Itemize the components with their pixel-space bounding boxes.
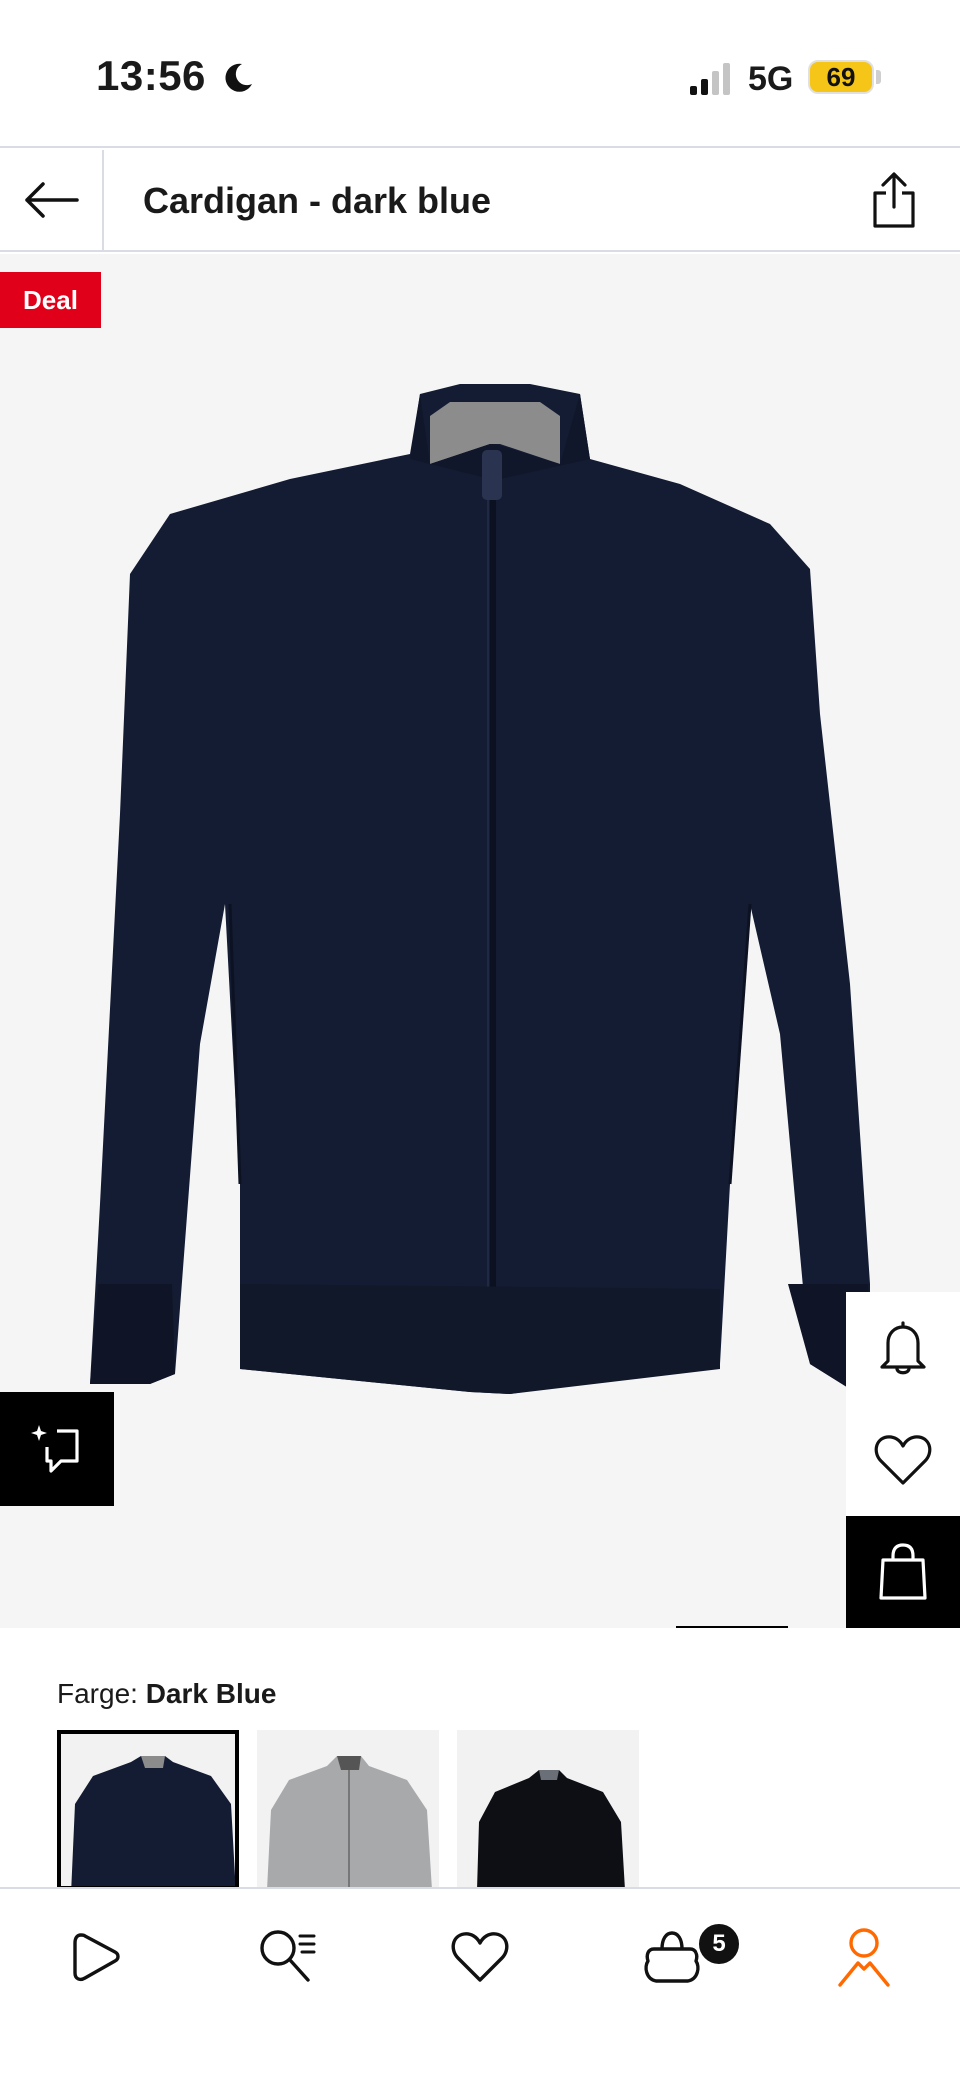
swatch-image <box>71 1756 235 1886</box>
nav-search[interactable] <box>247 1917 327 1997</box>
nav-wishlist[interactable] <box>440 1917 520 1997</box>
network-type: 5G <box>748 60 794 98</box>
share-icon <box>873 172 915 228</box>
color-label: Farge: Dark Blue <box>57 1678 276 1710</box>
signal-icon <box>690 63 730 95</box>
battery-tip <box>876 70 881 84</box>
page-title: Cardigan - dark blue <box>143 180 492 221</box>
wishlist-button[interactable] <box>846 1404 960 1516</box>
nav-profile[interactable] <box>824 1917 904 1997</box>
share-button[interactable] <box>862 168 926 232</box>
battery-level: 69 <box>826 61 856 92</box>
gallery-progress-indicator <box>676 1626 788 1628</box>
product-actions <box>846 1292 960 1628</box>
top-bar: Cardigan - dark blue <box>0 150 960 252</box>
back-button[interactable] <box>0 150 104 250</box>
bottom-navigation: 5 <box>0 1887 960 2087</box>
profile-icon <box>838 1928 890 1987</box>
moon-icon <box>225 63 252 92</box>
color-swatch-dark-blue[interactable] <box>57 1730 239 1890</box>
cart-icon <box>644 1931 700 1983</box>
swatch-image <box>267 1756 432 1890</box>
similar-items-button[interactable] <box>0 1392 114 1506</box>
similar-items-icon <box>31 1425 79 1473</box>
battery-icon: 69 <box>808 60 874 94</box>
color-swatch-black[interactable] <box>457 1730 639 1890</box>
add-to-bag-button[interactable] <box>846 1516 960 1628</box>
deal-badge: Deal <box>0 272 101 328</box>
nav-home[interactable] <box>55 1917 135 1997</box>
notify-button[interactable] <box>846 1292 960 1404</box>
status-time: 13:56 <box>96 52 206 99</box>
heart-icon <box>874 1435 932 1485</box>
wishlist-icon <box>451 1932 509 1982</box>
color-selector: Farge: Dark Blue <box>0 1630 960 1890</box>
color-swatch-grey[interactable] <box>257 1730 439 1890</box>
back-arrow-icon <box>25 182 79 218</box>
color-label-prefix: Farge: <box>57 1678 146 1709</box>
search-icon <box>260 1930 316 1982</box>
selected-color-name: Dark Blue <box>145 1678 277 1709</box>
bell-icon <box>880 1321 926 1375</box>
swatch-image <box>477 1770 625 1890</box>
product-image-gallery[interactable]: Deal <box>0 254 960 1628</box>
cart-count-badge: 5 <box>696 1921 742 1967</box>
status-bar: 13:56 5G 69 <box>0 0 960 148</box>
bag-icon <box>879 1543 927 1600</box>
home-icon <box>73 1933 120 1982</box>
product-image[interactable] <box>90 384 870 1504</box>
